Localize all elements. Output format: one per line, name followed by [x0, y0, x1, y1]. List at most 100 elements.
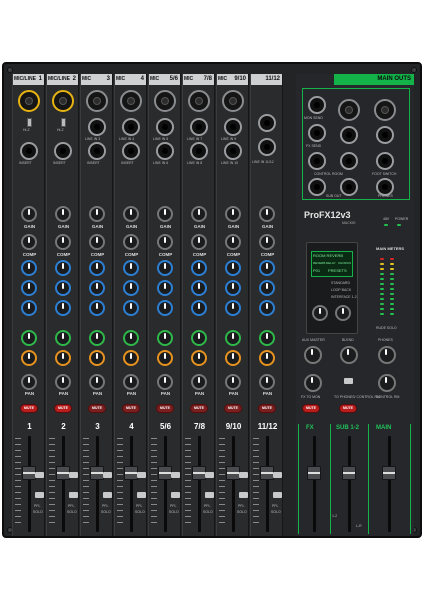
fx-back-button[interactable]	[312, 305, 328, 321]
eq-mid-knob[interactable]	[89, 280, 105, 296]
eq-mid-knob[interactable]	[157, 280, 173, 296]
gain-knob[interactable]	[89, 206, 105, 222]
line-input-left-jack[interactable]	[156, 118, 174, 136]
sub-fader[interactable]	[342, 466, 356, 480]
gain-knob[interactable]	[259, 206, 275, 222]
eq-high-knob[interactable]	[259, 260, 275, 276]
fx-mute-button[interactable]: MUTE	[302, 404, 320, 413]
aux-knob[interactable]	[123, 330, 139, 346]
solo-button[interactable]	[103, 472, 112, 478]
sub-mute-button[interactable]: MUTE	[339, 404, 357, 413]
eq-low-knob[interactable]	[55, 300, 71, 316]
fx-to-mon-knob[interactable]	[304, 374, 322, 392]
gain-knob[interactable]	[123, 206, 139, 222]
solo-button[interactable]	[171, 472, 180, 478]
gain-knob[interactable]	[191, 206, 207, 222]
sub-out-right-jack[interactable]	[340, 178, 358, 196]
main-fader[interactable]	[382, 466, 396, 480]
fx-knob[interactable]	[157, 350, 173, 366]
eq-high-knob[interactable]	[89, 260, 105, 276]
eq-mid-knob[interactable]	[21, 280, 37, 296]
comp-knob[interactable]	[21, 234, 37, 250]
fx-fader[interactable]	[307, 466, 321, 480]
comp-knob[interactable]	[89, 234, 105, 250]
mic-input-jack[interactable]	[222, 90, 244, 112]
aux-knob[interactable]	[21, 330, 37, 346]
solo-button[interactable]	[137, 472, 146, 478]
line-input-jack[interactable]	[88, 118, 106, 136]
insert-jack[interactable]	[88, 142, 106, 160]
comp-knob[interactable]	[191, 234, 207, 250]
mic-input-jack[interactable]	[18, 90, 40, 112]
pan-knob[interactable]	[89, 374, 105, 390]
eq-high-knob[interactable]	[21, 260, 37, 276]
aux-knob[interactable]	[89, 330, 105, 346]
eq-mid-knob[interactable]	[259, 280, 275, 296]
mic-input-jack[interactable]	[86, 90, 108, 112]
channel-fader[interactable]	[22, 466, 36, 480]
line-input-jack[interactable]	[122, 118, 140, 136]
to-phones-button[interactable]	[344, 378, 353, 384]
fx-knob[interactable]	[55, 350, 71, 366]
eq-high-knob[interactable]	[191, 260, 207, 276]
aux-master-knob[interactable]	[304, 346, 322, 364]
mute-button[interactable]: MUTE	[258, 404, 276, 413]
sub-out-left-jack[interactable]	[308, 178, 326, 196]
eq-high-knob[interactable]	[225, 260, 241, 276]
pan-knob[interactable]	[123, 374, 139, 390]
hiz-switch[interactable]	[27, 118, 32, 127]
phones-knob[interactable]	[378, 346, 396, 364]
hiz-switch[interactable]	[61, 118, 66, 127]
eq-mid-knob[interactable]	[191, 280, 207, 296]
lr-assign-button[interactable]	[35, 492, 44, 498]
line-input-right-jack[interactable]	[156, 142, 174, 160]
lr-assign-button[interactable]	[69, 492, 78, 498]
pan-knob[interactable]	[157, 374, 173, 390]
eq-low-knob[interactable]	[225, 300, 241, 316]
blend-knob[interactable]	[340, 346, 358, 364]
pan-knob[interactable]	[21, 374, 37, 390]
gain-knob[interactable]	[225, 206, 241, 222]
eq-low-knob[interactable]	[157, 300, 173, 316]
eq-low-knob[interactable]	[191, 300, 207, 316]
line-input-left-jack[interactable]	[190, 118, 208, 136]
channel-fader[interactable]	[90, 466, 104, 480]
fx-knob[interactable]	[259, 350, 275, 366]
mute-button[interactable]: MUTE	[190, 404, 208, 413]
solo-button[interactable]	[273, 472, 282, 478]
mic-input-jack[interactable]	[120, 90, 142, 112]
comp-knob[interactable]	[157, 234, 173, 250]
eq-low-knob[interactable]	[89, 300, 105, 316]
line-input-left-jack[interactable]	[224, 118, 242, 136]
aux-knob[interactable]	[157, 330, 173, 346]
line-input-right-jack[interactable]	[224, 142, 242, 160]
pan-knob[interactable]	[191, 374, 207, 390]
pan-knob[interactable]	[259, 374, 275, 390]
pan-knob[interactable]	[55, 374, 71, 390]
main-out-left-trs[interactable]	[340, 126, 358, 144]
lr-assign-button[interactable]	[171, 492, 180, 498]
channel-fader[interactable]	[124, 466, 138, 480]
gain-knob[interactable]	[157, 206, 173, 222]
channel-fader[interactable]	[192, 466, 206, 480]
comp-knob[interactable]	[55, 234, 71, 250]
mute-button[interactable]: MUTE	[20, 404, 38, 413]
solo-button[interactable]	[205, 472, 214, 478]
control-room-right-jack[interactable]	[340, 152, 358, 170]
mon-send-jack[interactable]	[308, 96, 326, 114]
pan-knob[interactable]	[225, 374, 241, 390]
gain-knob[interactable]	[55, 206, 71, 222]
mute-button[interactable]: MUTE	[122, 404, 140, 413]
fx-knob[interactable]	[225, 350, 241, 366]
solo-button[interactable]	[35, 472, 44, 478]
mic-input-jack[interactable]	[188, 90, 210, 112]
channel-fader[interactable]	[56, 466, 70, 480]
main-out-right-trs[interactable]	[376, 126, 394, 144]
fx-knob[interactable]	[89, 350, 105, 366]
insert-jack[interactable]	[20, 142, 38, 160]
aux-knob[interactable]	[259, 330, 275, 346]
solo-button[interactable]	[239, 472, 248, 478]
aux-knob[interactable]	[55, 330, 71, 346]
eq-mid-knob[interactable]	[55, 280, 71, 296]
lr-assign-button[interactable]	[137, 492, 146, 498]
